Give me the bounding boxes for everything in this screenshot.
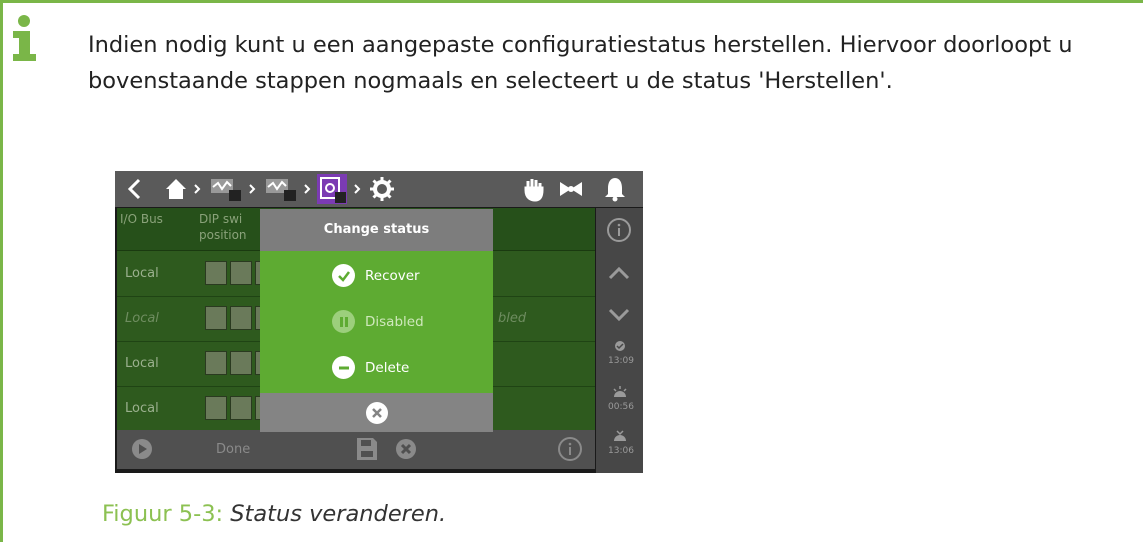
option-recover-label: Recover	[365, 267, 420, 284]
option-disabled-label: Disabled	[365, 313, 424, 330]
row-location: Local	[125, 401, 159, 416]
header-dip-switch: DIP swi	[199, 212, 243, 226]
device-bottom-bar: Done	[117, 430, 595, 469]
gear-icon	[370, 177, 394, 201]
row-location: Local	[125, 266, 159, 281]
module-icon	[211, 179, 241, 201]
row-location: Local	[125, 311, 159, 326]
sunset-icon	[614, 430, 626, 441]
cancel-icon[interactable]	[395, 438, 417, 460]
caption-label: Figuur 5-3:	[102, 501, 231, 527]
note-paragraph: Indien nodig kunt u een aangepaste confi…	[88, 32, 1073, 94]
figure-caption: Figuur 5-3: Status veranderen.	[102, 501, 446, 527]
note-top-border	[0, 0, 1143, 3]
sidebar-time-2: 00:56	[608, 402, 634, 412]
breadcrumb-arrow-icon	[304, 184, 311, 194]
breadcrumb-arrow-icon	[249, 184, 256, 194]
option-recover[interactable]: Recover	[332, 264, 420, 287]
play-icon[interactable]	[131, 438, 153, 460]
option-delete[interactable]: Delete	[332, 356, 409, 379]
pause-icon	[332, 310, 355, 333]
dialog-footer	[260, 393, 493, 432]
device-top-bar	[115, 171, 643, 207]
sidebar-time-3: 13:06	[608, 446, 634, 456]
sidebar-time-1: 13:09	[608, 356, 634, 366]
info-circle-icon[interactable]	[558, 437, 582, 461]
home-icon	[166, 179, 186, 199]
row-status-fragment: bled	[498, 311, 527, 326]
breadcrumb-arrow-icon	[354, 184, 361, 194]
device-sidebar: 13:09 00:56 13:06	[596, 208, 643, 473]
header-position: position	[199, 228, 247, 242]
hand-icon	[524, 179, 544, 202]
done-label[interactable]: Done	[216, 442, 250, 457]
option-delete-label: Delete	[365, 359, 410, 376]
back-icon	[127, 178, 141, 200]
change-status-dialog: Change status Recover Disabled Delete	[260, 209, 493, 432]
row-location: Local	[125, 356, 159, 371]
option-disabled[interactable]: Disabled	[332, 310, 424, 333]
header-io-bus: I/O Bus	[120, 212, 163, 226]
check-icon	[332, 264, 355, 287]
note-left-border	[0, 0, 3, 542]
sunrise-icon	[613, 386, 627, 397]
info-circle-icon[interactable]	[607, 218, 631, 242]
caption-text: Status veranderen.	[230, 501, 447, 527]
io-module-selected-icon	[317, 174, 347, 204]
module-icon	[266, 179, 296, 201]
minus-icon	[332, 356, 355, 379]
save-icon[interactable]	[356, 437, 378, 461]
dialog-options: Recover Disabled Delete	[260, 251, 493, 393]
info-icon	[13, 15, 36, 61]
bell-icon	[605, 178, 625, 202]
valve-icon	[560, 182, 582, 196]
scroll-up-icon[interactable]	[607, 266, 631, 280]
time-check-icon	[615, 341, 625, 351]
breadcrumb-arrow-icon	[194, 184, 201, 194]
close-icon[interactable]	[365, 401, 388, 424]
scroll-down-icon[interactable]	[607, 308, 631, 322]
device-screenshot: I/O Bus DIP swi position Local Local ble…	[115, 171, 643, 473]
dialog-title: Change status	[260, 209, 493, 251]
